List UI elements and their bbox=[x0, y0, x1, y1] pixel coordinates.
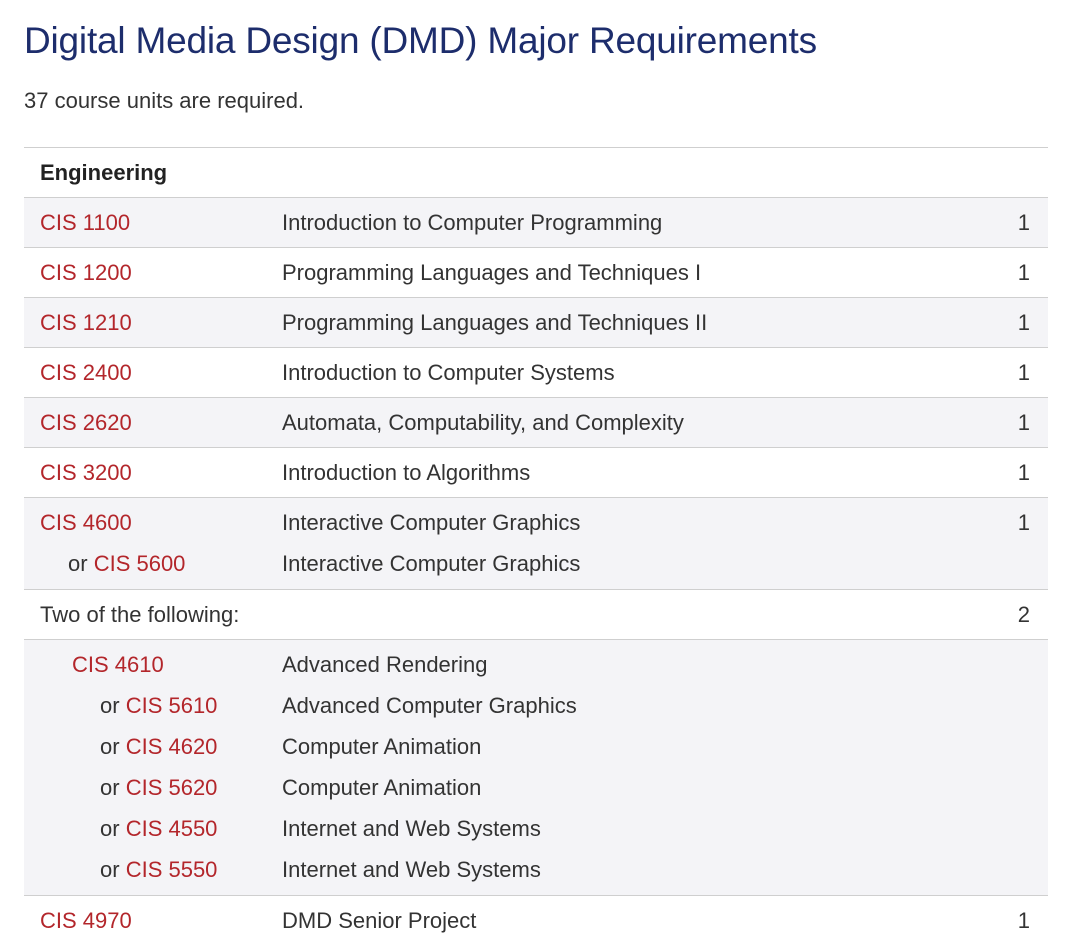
or-label: or bbox=[100, 857, 120, 882]
course-title: Introduction to Computer Systems bbox=[282, 360, 615, 385]
elective-item: or CIS 5550 Internet and Web Systems bbox=[24, 849, 1048, 890]
or-label: or bbox=[100, 734, 120, 759]
choice-units: 2 bbox=[1017, 602, 1030, 627]
course-link-cis-4620[interactable]: CIS 4620 bbox=[126, 734, 218, 759]
course-row: CIS 1200 Programming Languages and Techn… bbox=[24, 248, 1048, 298]
course-title: Introduction to Algorithms bbox=[282, 460, 531, 485]
course-link-cis-2400[interactable]: CIS 2400 bbox=[40, 360, 132, 385]
course-title: Computer Animation bbox=[282, 775, 482, 800]
requirements-table: Engineering CIS 1100 Introduction to Com… bbox=[24, 147, 1048, 945]
course-title: Internet and Web Systems bbox=[282, 857, 541, 882]
course-link-cis-5610[interactable]: CIS 5610 bbox=[126, 693, 218, 718]
elective-item: or CIS 5610 Advanced Computer Graphics bbox=[24, 685, 1048, 726]
course-link-cis-3200[interactable]: CIS 3200 bbox=[40, 460, 132, 485]
course-row: CIS 1100 Introduction to Computer Progra… bbox=[24, 198, 1048, 248]
course-units: 1 bbox=[1017, 460, 1030, 485]
course-units: 1 bbox=[1017, 510, 1030, 535]
course-title: Automata, Computability, and Complexity bbox=[282, 410, 684, 435]
or-label: or bbox=[68, 551, 88, 576]
course-row: CIS 3200 Introduction to Algorithms 1 bbox=[24, 448, 1048, 498]
course-title: Interactive Computer Graphics bbox=[282, 551, 581, 576]
or-label: or bbox=[100, 693, 120, 718]
course-link-cis-4600[interactable]: CIS 4600 bbox=[40, 510, 132, 535]
choice-header-row: Two of the following: 2 bbox=[24, 590, 1048, 640]
course-row: CIS 2400 Introduction to Computer System… bbox=[24, 348, 1048, 398]
page-title: Digital Media Design (DMD) Major Require… bbox=[24, 20, 817, 61]
elective-group: CIS 4610 Advanced Rendering or CIS 5610 … bbox=[24, 640, 1048, 896]
course-link-cis-1100[interactable]: CIS 1100 bbox=[40, 210, 130, 235]
course-title: Advanced Rendering bbox=[282, 652, 488, 677]
course-link-cis-4970[interactable]: CIS 4970 bbox=[40, 908, 132, 933]
or-label: or bbox=[100, 775, 120, 800]
course-title: Computer Animation bbox=[282, 734, 482, 759]
units-required-note: 37 course units are required. bbox=[24, 88, 305, 113]
course-title: Programming Languages and Techniques I bbox=[282, 260, 702, 285]
course-title: Interactive Computer Graphics bbox=[282, 510, 581, 535]
elective-item: or CIS 4550 Internet and Web Systems bbox=[24, 808, 1048, 849]
section-header-row: Engineering bbox=[24, 148, 1048, 198]
course-title: Introduction to Computer Programming bbox=[282, 210, 663, 235]
course-row-with-alternative: CIS 4600 Interactive Computer Graphics 1… bbox=[24, 498, 1048, 590]
course-units: 1 bbox=[1017, 310, 1030, 335]
course-row: CIS 4970 DMD Senior Project 1 bbox=[24, 896, 1048, 945]
course-row: CIS 2620 Automata, Computability, and Co… bbox=[24, 398, 1048, 448]
elective-item: CIS 4610 Advanced Rendering bbox=[24, 644, 1048, 685]
course-title: Advanced Computer Graphics bbox=[282, 693, 577, 718]
elective-item: or CIS 5620 Computer Animation bbox=[24, 767, 1048, 808]
choice-instruction: Two of the following: bbox=[40, 602, 240, 627]
course-title: Programming Languages and Techniques II bbox=[282, 310, 708, 335]
course-units: 1 bbox=[1017, 410, 1030, 435]
course-units: 1 bbox=[1017, 210, 1030, 235]
course-link-cis-2620[interactable]: CIS 2620 bbox=[40, 410, 132, 435]
course-link-cis-1200[interactable]: CIS 1200 bbox=[40, 260, 132, 285]
or-label: or bbox=[100, 816, 120, 841]
page: Digital Media Design (DMD) Major Require… bbox=[0, 0, 1080, 933]
section-title: Engineering bbox=[40, 160, 168, 185]
course-row: CIS 1210 Programming Languages and Techn… bbox=[24, 298, 1048, 348]
course-link-cis-5620[interactable]: CIS 5620 bbox=[126, 775, 218, 800]
course-link-cis-5550[interactable]: CIS 5550 bbox=[126, 857, 218, 882]
course-units: 1 bbox=[1017, 360, 1030, 385]
course-units: 1 bbox=[1017, 260, 1030, 285]
course-units: 1 bbox=[1017, 908, 1030, 933]
course-link-cis-4550[interactable]: CIS 4550 bbox=[126, 816, 218, 841]
course-link-cis-4610[interactable]: CIS 4610 bbox=[72, 652, 164, 677]
elective-item: or CIS 4620 Computer Animation bbox=[24, 726, 1048, 767]
course-title: Internet and Web Systems bbox=[282, 816, 541, 841]
course-link-cis-5600[interactable]: CIS 5600 bbox=[94, 551, 186, 576]
course-link-cis-1210[interactable]: CIS 1210 bbox=[40, 310, 132, 335]
course-title: DMD Senior Project bbox=[282, 908, 477, 933]
